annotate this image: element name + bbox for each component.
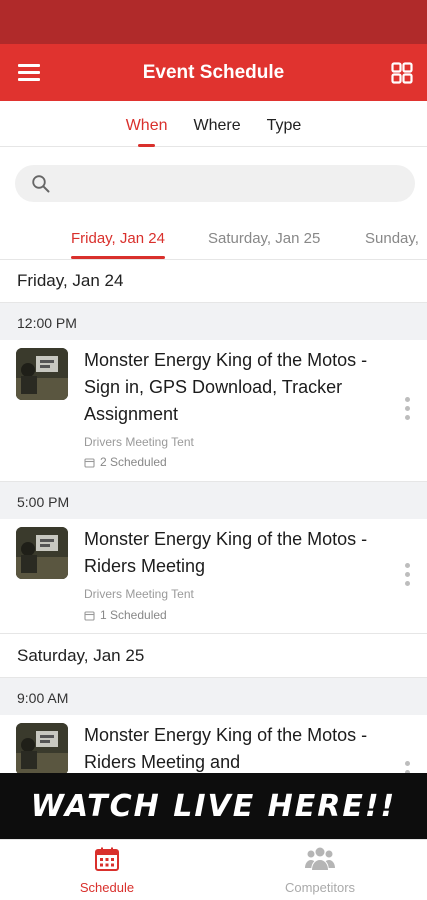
- watch-live-banner[interactable]: WATCH LIVE HERE!!: [0, 773, 427, 839]
- scheduled-count: 2 Scheduled: [100, 455, 167, 469]
- app-bar: Event Schedule: [0, 44, 427, 101]
- time-header: 9:00 AM: [0, 677, 427, 715]
- date-tab-friday[interactable]: Friday, Jan 24: [71, 230, 165, 259]
- day-header: Friday, Jan 24: [0, 260, 427, 302]
- menu-icon[interactable]: [18, 64, 40, 82]
- nav-label: Schedule: [79, 880, 135, 895]
- event-location: Drivers Meeting Tent: [84, 435, 194, 449]
- page-title: Event Schedule: [142, 61, 285, 83]
- nav-label: Competitors: [284, 880, 356, 895]
- event-thumbnail: [16, 723, 68, 775]
- time-header: 12:00 PM: [0, 302, 427, 340]
- event-scheduled: 2 Scheduled: [84, 455, 167, 469]
- tab-type[interactable]: Type: [267, 101, 302, 146]
- scheduled-count: 1 Scheduled: [100, 608, 167, 622]
- event-location: Drivers Meeting Tent: [84, 587, 194, 601]
- date-tab-sunday[interactable]: Sunday,: [365, 230, 419, 247]
- day-header: Saturday, Jan 25: [0, 635, 427, 677]
- event-title: Monster Energy King of the Motos - Sign …: [84, 350, 368, 424]
- event-scheduled: 1 Scheduled: [84, 608, 167, 622]
- event-card[interactable]: Monster Energy King of the Motos - Rider…: [0, 519, 427, 634]
- event-thumbnail: [16, 348, 68, 400]
- banner-text: WATCH LIVE HERE!!: [30, 788, 397, 824]
- calendar-icon: [95, 847, 119, 871]
- more-options-icon[interactable]: [403, 563, 411, 591]
- tab-when[interactable]: When: [126, 101, 167, 147]
- grid-view-icon[interactable]: [391, 62, 413, 84]
- event-title: Monster Energy King of the Motos - Rider…: [84, 725, 368, 772]
- search-icon: [32, 174, 50, 192]
- date-tab-saturday[interactable]: Saturday, Jan 25: [208, 230, 320, 247]
- nav-competitors[interactable]: Competitors: [245, 846, 395, 895]
- calendar-small-icon: [84, 610, 95, 621]
- event-title: Monster Energy King of the Motos - Rider…: [84, 529, 368, 576]
- event-card[interactable]: Monster Energy King of the Motos - Rider…: [0, 715, 427, 784]
- people-icon: [305, 847, 335, 870]
- event-card[interactable]: Monster Energy King of the Motos - Sign …: [0, 340, 427, 482]
- calendar-small-icon: [84, 457, 95, 468]
- search-bar[interactable]: [15, 165, 415, 202]
- filter-tabs: When Where Type: [0, 101, 427, 147]
- time-header: 5:00 PM: [0, 481, 427, 519]
- date-tabs: Friday, Jan 24 Saturday, Jan 25 Sunday,: [0, 222, 427, 260]
- nav-schedule[interactable]: Schedule: [32, 846, 182, 895]
- event-thumbnail: [16, 527, 68, 579]
- status-bar: [0, 0, 427, 44]
- tab-where[interactable]: Where: [193, 101, 240, 146]
- more-options-icon[interactable]: [403, 397, 411, 425]
- search-input[interactable]: [59, 175, 379, 192]
- bottom-nav: Schedule Competitors: [0, 839, 427, 900]
